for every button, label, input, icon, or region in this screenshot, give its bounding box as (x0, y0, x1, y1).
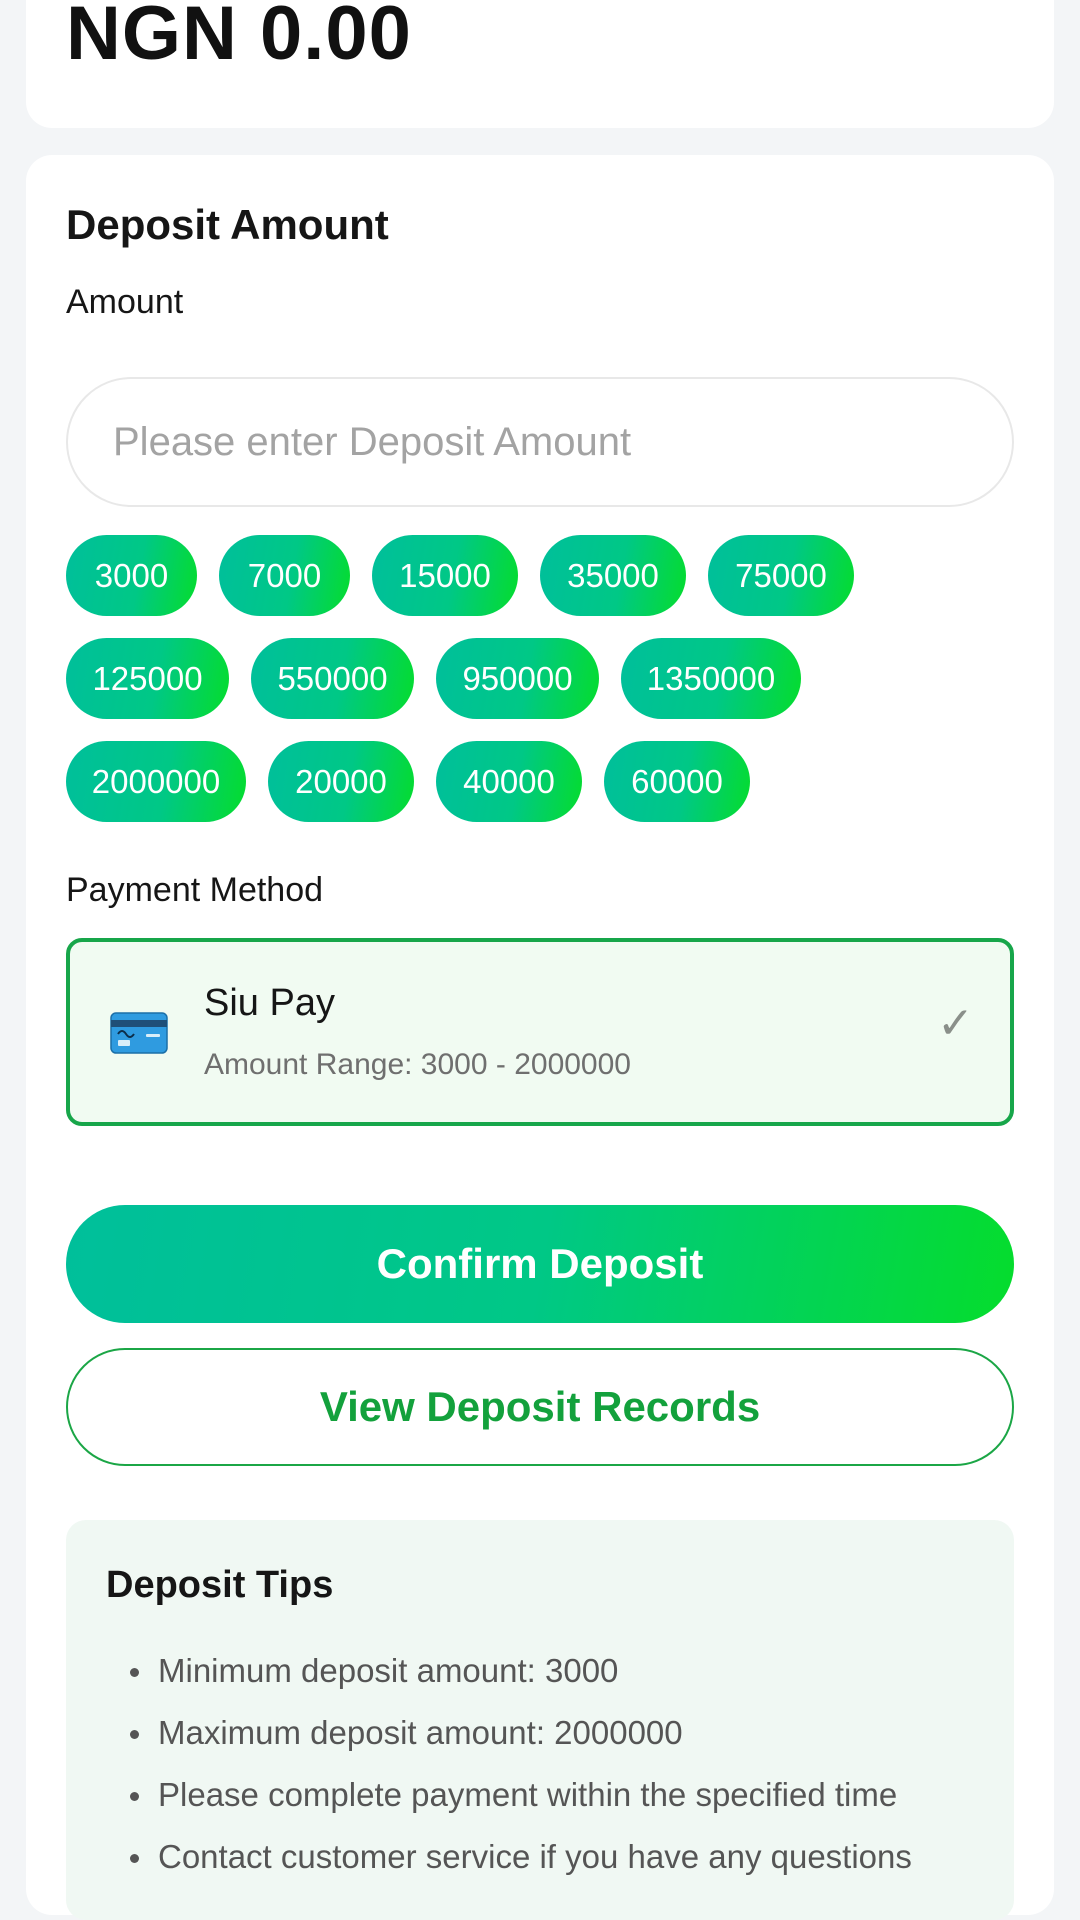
balance-card: NGN 0.00 (26, 0, 1054, 128)
payment-method-label: Payment Method (66, 871, 324, 909)
quick-amount-chip[interactable]: 75000 (708, 535, 854, 616)
confirm-deposit-button[interactable]: Confirm Deposit (66, 1205, 1014, 1323)
quick-amount-chips: 3000 7000 15000 35000 75000 125000 55000… (66, 535, 1026, 844)
quick-amount-chip[interactable]: 40000 (436, 741, 582, 822)
quick-amount-chip[interactable]: 2000000 (66, 741, 246, 822)
quick-amount-chip[interactable]: 3000 (66, 535, 197, 616)
quick-amount-chip[interactable]: 950000 (436, 638, 599, 719)
deposit-card: Deposit Amount Amount 3000 7000 15000 35… (26, 155, 1054, 1920)
tip-item: Maximum deposit amount: 2000000 (118, 1702, 912, 1764)
credit-card-icon (110, 1012, 168, 1054)
deposit-amount-title: Deposit Amount (66, 201, 389, 248)
quick-amount-chip[interactable]: 15000 (372, 535, 518, 616)
tip-item: Minimum deposit amount: 3000 (118, 1640, 912, 1702)
payment-method-option-siu-pay[interactable]: Siu Pay Amount Range: 3000 - 2000000 ✓ (66, 938, 1014, 1126)
payment-method-name: Siu Pay (204, 982, 335, 1024)
deposit-tips-list: Minimum deposit amount: 3000 Maximum dep… (118, 1640, 912, 1888)
quick-amount-chip[interactable]: 7000 (219, 535, 350, 616)
deposit-tips-box: Deposit Tips Minimum deposit amount: 300… (66, 1520, 1014, 1920)
deposit-amount-input[interactable] (66, 377, 1014, 507)
deposit-tips-title: Deposit Tips (106, 1564, 334, 1606)
quick-amount-chip[interactable]: 60000 (604, 741, 750, 822)
tip-item: Contact customer service if you have any… (118, 1826, 912, 1888)
tip-item: Please complete payment within the speci… (118, 1764, 912, 1826)
payment-method-range: Amount Range: 3000 - 2000000 (204, 1048, 631, 1081)
chip-row: 125000 550000 950000 1350000 (66, 638, 1026, 719)
quick-amount-chip[interactable]: 550000 (251, 638, 414, 719)
quick-amount-chip[interactable]: 125000 (66, 638, 229, 719)
balance-amount: NGN 0.00 (66, 0, 412, 76)
check-icon: ✓ (937, 999, 974, 1048)
view-deposit-records-button[interactable]: View Deposit Records (66, 1348, 1014, 1466)
quick-amount-chip[interactable]: 1350000 (621, 638, 801, 719)
quick-amount-chip[interactable]: 35000 (540, 535, 686, 616)
quick-amount-chip[interactable]: 20000 (268, 741, 414, 822)
amount-label: Amount (66, 283, 184, 321)
chip-row: 2000000 20000 40000 60000 (66, 741, 1026, 822)
chip-row: 3000 7000 15000 35000 75000 (66, 535, 1026, 616)
